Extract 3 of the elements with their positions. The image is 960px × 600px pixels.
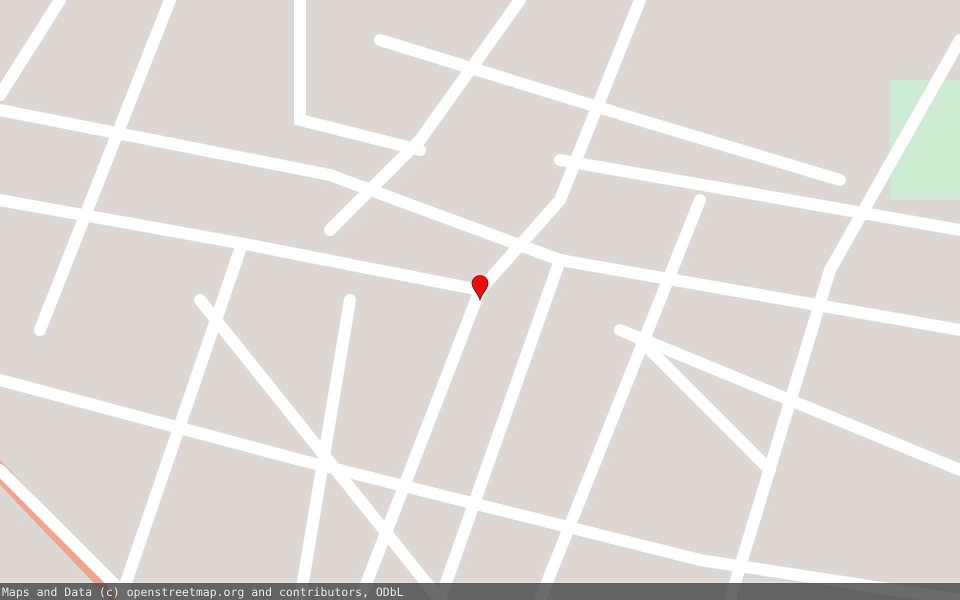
attribution-text: Maps and Data (c) openstreetmap.org and contributors, ODbL [2,584,404,598]
map-view[interactable]: Maps and Data (c) openstreetmap.org and contributors, ODbL [0,0,960,600]
map-pin-icon[interactable] [471,275,489,301]
